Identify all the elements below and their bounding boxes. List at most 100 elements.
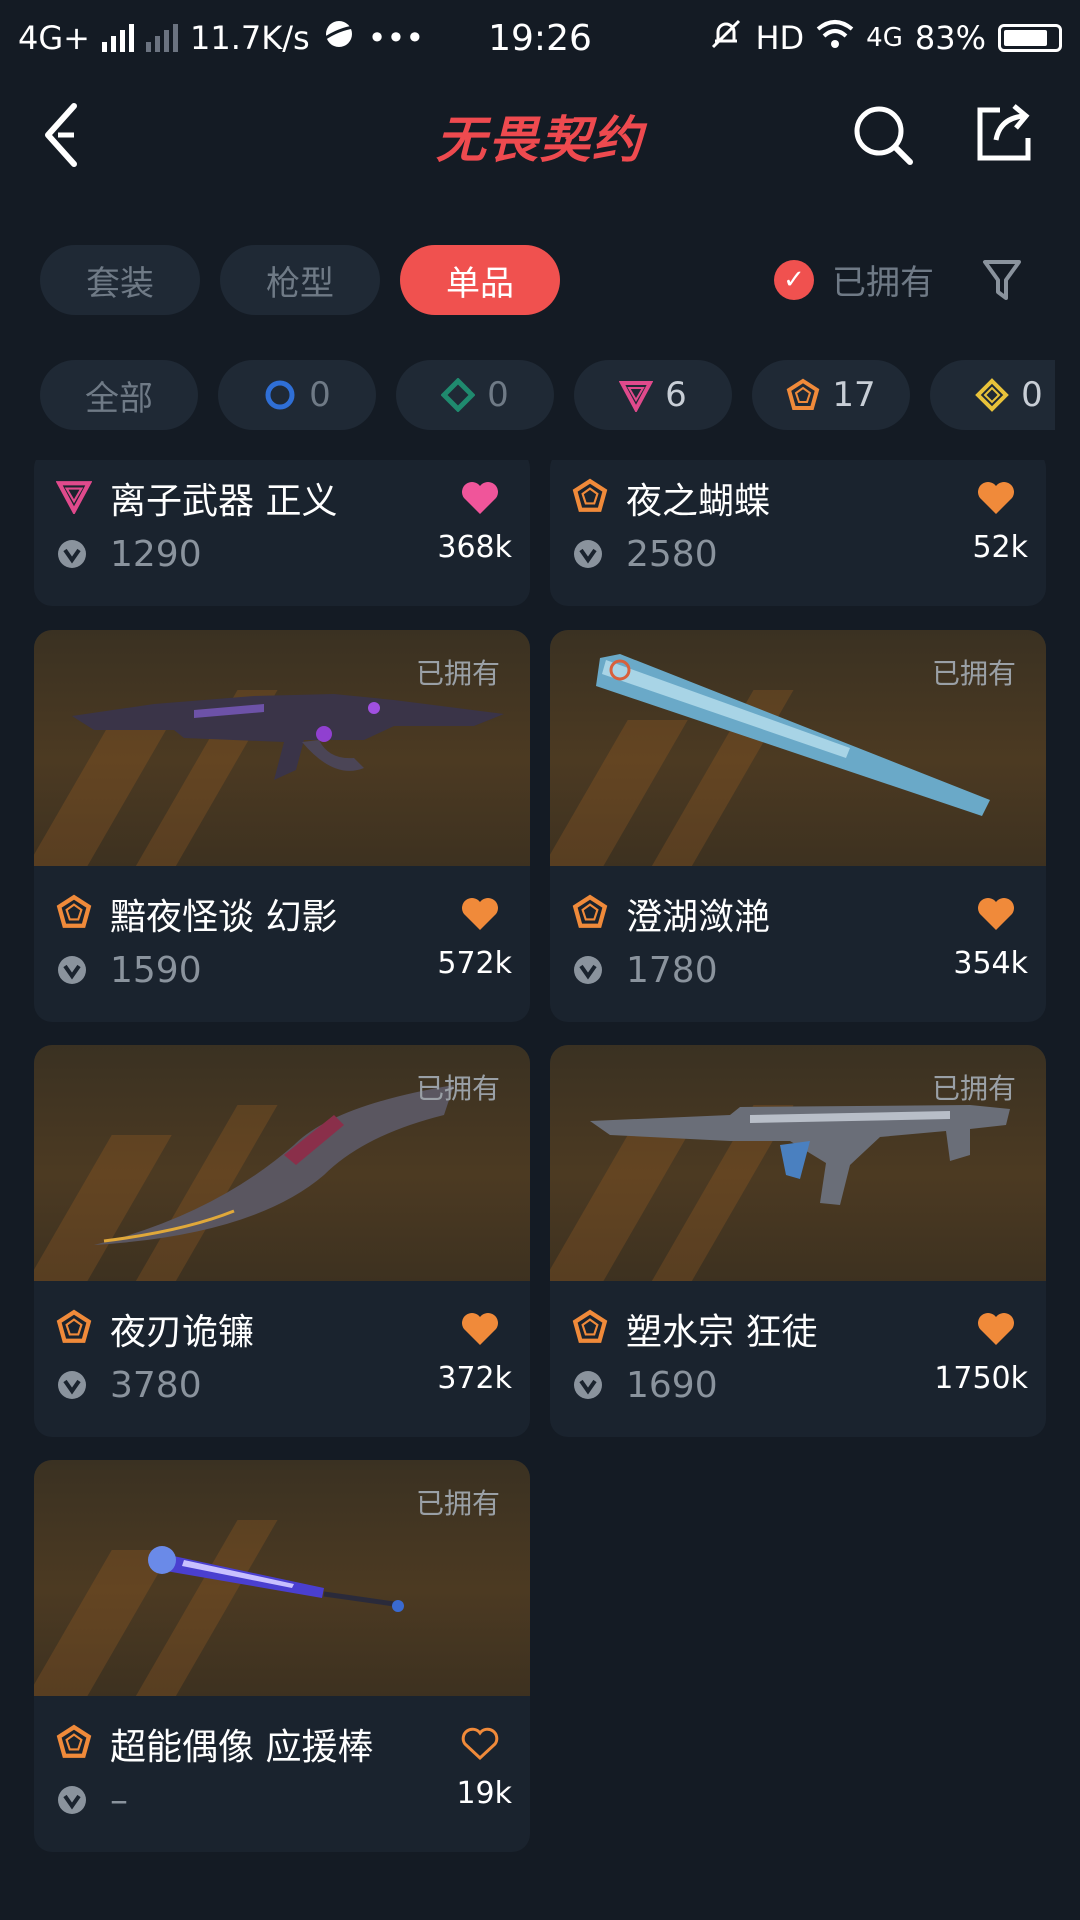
- item-price: 1590: [110, 950, 202, 991]
- item-image: 已拥有: [34, 1460, 530, 1696]
- chip-count: 6: [665, 375, 687, 415]
- triangle-tier-icon: [56, 481, 92, 514]
- item-name: 超能偶像 应援棒: [110, 1727, 374, 1768]
- item-price: 1780: [626, 950, 718, 991]
- status-right: HD 4G 83%: [709, 17, 1062, 59]
- item-likes: 372k: [437, 1361, 512, 1396]
- status-bar: 4G+ 11.7K/s ••• 19:26 HD 4G 83%: [0, 0, 1080, 76]
- vp-currency-icon: [58, 540, 86, 568]
- item-price: 1290: [110, 534, 202, 575]
- item-likes: 572k: [437, 946, 512, 981]
- owned-tag: 已拥有: [415, 1072, 500, 1105]
- item-likes: 368k: [437, 530, 512, 565]
- item-likes: 354k: [953, 946, 1028, 981]
- share-icon: [977, 104, 1031, 161]
- item-card[interactable]: 已拥有 澄湖潋滟 1780 354k: [550, 630, 1046, 1022]
- tab-bundles[interactable]: 套装: [40, 245, 200, 315]
- battery-icon: [998, 24, 1062, 52]
- diamond-tier-icon: [441, 378, 476, 412]
- chip-tier-circle[interactable]: 0: [218, 360, 376, 430]
- signal-strength-2-icon: [145, 24, 178, 52]
- owned-tag: 已拥有: [415, 1487, 500, 1520]
- owned-tag: 已拥有: [931, 657, 1016, 690]
- pentagon-tier-icon: [572, 1309, 608, 1343]
- owned-tag: 已拥有: [931, 1072, 1016, 1105]
- item-card[interactable]: 已拥有 夜刃诡镰 3780 372k: [34, 1045, 530, 1437]
- hd-label: HD: [755, 19, 805, 57]
- item-name: 塑水宗 狂徒: [626, 1312, 818, 1353]
- chip-count: 17: [832, 375, 876, 415]
- item-name: 黯夜怪谈 幻影: [110, 897, 338, 938]
- card-info: 夜刃诡镰 3780 372k: [34, 1281, 530, 1437]
- item-card[interactable]: 已拥有 黯夜怪谈 幻影 1590 572k: [34, 630, 530, 1022]
- item-card[interactable]: 夜之蝴蝶 2580 52k: [550, 460, 1046, 606]
- header: 无畏契约: [0, 90, 1080, 180]
- owned-tag: 已拥有: [415, 657, 500, 690]
- item-likes: 1750k: [934, 1361, 1028, 1396]
- pentagon-tier-icon: [56, 1724, 92, 1758]
- chip-count: 0: [1021, 375, 1043, 415]
- pentagon-tier-icon: [787, 378, 820, 410]
- item-name: 澄湖潋滟: [626, 897, 771, 938]
- pentagon-tier-icon: [572, 478, 608, 512]
- item-card[interactable]: 已拥有 超能偶像 应援棒 – 19k: [34, 1460, 530, 1852]
- filter-button[interactable]: [982, 258, 1022, 302]
- item-likes: 19k: [456, 1776, 512, 1811]
- owned-filter-label: 已拥有: [832, 263, 934, 303]
- heart-filled-icon[interactable]: [976, 896, 1016, 932]
- vp-currency-icon: [574, 956, 602, 984]
- search-button[interactable]: [852, 104, 914, 166]
- chip-count: 0: [309, 375, 331, 415]
- tab-gun-types[interactable]: 枪型: [220, 245, 380, 315]
- vp-currency-icon: [574, 1371, 602, 1399]
- heart-filled-icon[interactable]: [976, 480, 1016, 516]
- heart-filled-icon[interactable]: [460, 1311, 500, 1347]
- item-image: 已拥有: [550, 1045, 1046, 1281]
- chip-tier-rhombus[interactable]: 0: [930, 360, 1055, 430]
- chip-tier-triangle[interactable]: 6: [574, 360, 732, 430]
- chip-tier-pentagon[interactable]: 17: [752, 360, 910, 430]
- tab-single-items[interactable]: 单品: [400, 245, 560, 315]
- owned-filter-toggle[interactable]: ✓ 已拥有: [774, 255, 934, 304]
- item-name: 离子武器 正义: [110, 481, 338, 522]
- card-info: 澄湖潋滟 1780 354k: [550, 866, 1046, 1022]
- second-network-type: 4G: [866, 23, 903, 53]
- item-price: 1690: [626, 1365, 718, 1406]
- card-info: 超能偶像 应援棒 – 19k: [34, 1696, 530, 1852]
- card-info: 夜之蝴蝶 2580 52k: [550, 460, 1046, 606]
- check-icon: ✓: [774, 259, 814, 300]
- chip-tier-diamond[interactable]: 0: [396, 360, 554, 430]
- more-dots: •••: [367, 19, 425, 57]
- share-button[interactable]: [974, 102, 1034, 164]
- item-price: 3780: [110, 1365, 202, 1406]
- heart-filled-icon[interactable]: [976, 1311, 1016, 1347]
- rhombus-tier-icon: [975, 378, 1010, 412]
- heart-outline-icon[interactable]: [460, 1726, 500, 1762]
- rarity-filter-chips: 全部 0 0 6 17 0: [40, 360, 1055, 430]
- item-card[interactable]: 离子武器 正义 1290 368k: [34, 460, 530, 606]
- vp-currency-icon: [58, 1786, 86, 1814]
- pentagon-tier-icon: [56, 1309, 92, 1343]
- chip-all-label: 全部: [85, 378, 153, 419]
- triangle-tier-icon: [619, 381, 654, 412]
- wifi-icon: [816, 19, 854, 57]
- item-likes: 52k: [972, 530, 1028, 565]
- pentagon-tier-icon: [56, 894, 92, 928]
- chip-all[interactable]: 全部: [40, 360, 198, 430]
- category-tabs: 套装 枪型 单品: [40, 245, 560, 315]
- item-grid: 离子武器 正义 1290 368k 夜之蝴蝶 2580 52k 已拥有 黯夜怪谈…: [0, 460, 1080, 1920]
- item-price: 2580: [626, 534, 718, 575]
- item-card[interactable]: 已拥有 塑水宗 狂徒 1690 1750k: [550, 1045, 1046, 1437]
- search-icon: [854, 106, 913, 165]
- item-image: 已拥有: [34, 630, 530, 866]
- circle-tier-icon: [265, 380, 295, 410]
- pentagon-tier-icon: [572, 894, 608, 928]
- item-name: 夜之蝴蝶: [626, 481, 771, 522]
- vp-currency-icon: [58, 1371, 86, 1399]
- item-image: 已拥有: [34, 1045, 530, 1281]
- vp-currency-icon: [58, 956, 86, 984]
- heart-filled-icon[interactable]: [460, 480, 500, 516]
- app-logo: 无畏契约: [436, 111, 644, 169]
- heart-filled-icon[interactable]: [460, 896, 500, 932]
- mute-icon: [709, 17, 743, 59]
